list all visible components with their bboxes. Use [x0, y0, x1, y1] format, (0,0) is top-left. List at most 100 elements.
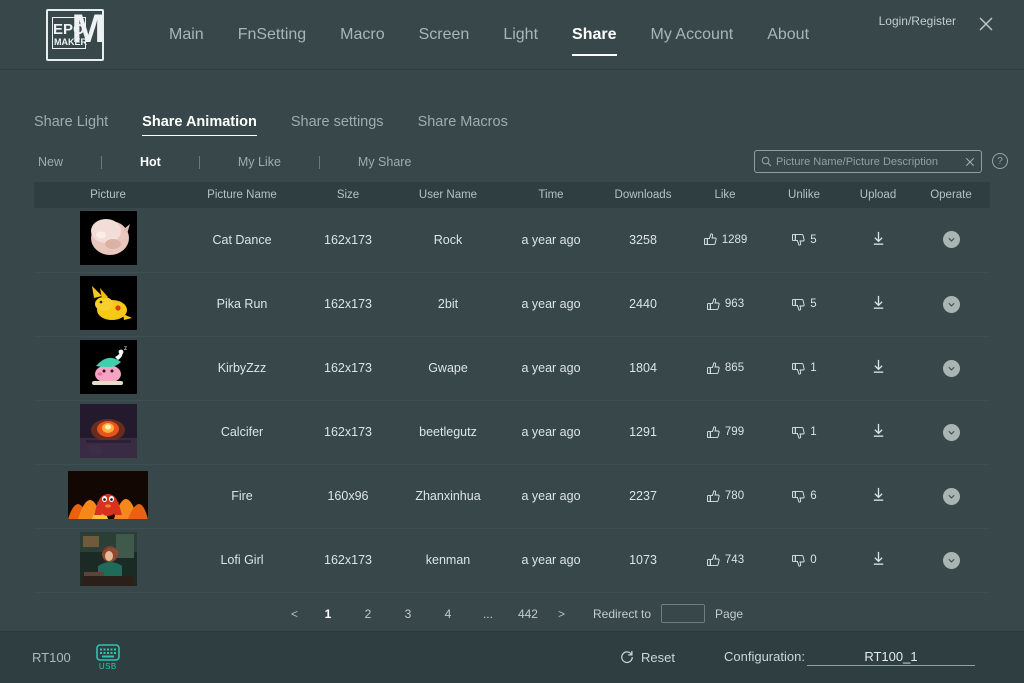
unlike-button[interactable]: 1: [765, 425, 843, 440]
cell-unlike[interactable]: 1: [764, 336, 844, 401]
download-icon[interactable]: [870, 486, 887, 503]
nav-item-fnsetting[interactable]: FnSetting: [221, 0, 323, 70]
cell-unlike[interactable]: 5: [764, 272, 844, 337]
thumbs-down-icon[interactable]: [791, 361, 806, 376]
cell-upload[interactable]: [844, 272, 912, 337]
unlike-button[interactable]: 6: [765, 489, 843, 504]
cell-like[interactable]: 743: [686, 528, 764, 593]
thumbs-up-icon[interactable]: [706, 425, 721, 440]
like-button[interactable]: 780: [687, 489, 763, 504]
nav-item-share[interactable]: Share: [555, 0, 633, 70]
thumbs-up-icon[interactable]: [706, 361, 721, 376]
cell-operate[interactable]: [912, 464, 990, 529]
like-button[interactable]: 865: [687, 361, 763, 376]
cell-operate[interactable]: [912, 336, 990, 401]
nav-item-about[interactable]: About: [750, 0, 826, 70]
pagination-page-2[interactable]: 2: [357, 604, 379, 624]
download-button[interactable]: [870, 294, 887, 311]
tab-share-animation[interactable]: Share Animation: [142, 114, 257, 136]
fire-thumbnail[interactable]: [68, 470, 148, 519]
cell-upload[interactable]: [844, 464, 912, 529]
nav-item-macro[interactable]: Macro: [323, 0, 401, 70]
download-button[interactable]: [870, 550, 887, 567]
download-icon[interactable]: [870, 294, 887, 311]
login-register-link[interactable]: Login/Register: [879, 14, 956, 28]
chevron-down-circle-icon[interactable]: [942, 551, 960, 569]
cell-like[interactable]: 865: [686, 336, 764, 401]
unlike-button[interactable]: 0: [765, 553, 843, 568]
tab-share-light[interactable]: Share Light: [34, 114, 108, 136]
table-row[interactable]: Cat Dance 162x173 Rock a year ago 3258 1…: [34, 208, 990, 273]
filter-my-like[interactable]: My Like: [234, 155, 285, 169]
thumbs-up-icon[interactable]: [706, 553, 721, 568]
pagination-prev[interactable]: <: [291, 607, 298, 621]
cell-operate[interactable]: [912, 528, 990, 593]
cell-picture[interactable]: [34, 208, 182, 273]
download-icon[interactable]: [870, 358, 887, 375]
help-icon[interactable]: ?: [992, 153, 1008, 169]
chevron-down-circle-icon[interactable]: [942, 423, 960, 441]
lofi-girl-thumbnail[interactable]: [79, 531, 137, 586]
cell-unlike[interactable]: 6: [764, 464, 844, 529]
kirbyzzz-thumbnail[interactable]: z: [79, 339, 137, 394]
calcifer-thumbnail[interactable]: [79, 403, 137, 458]
pagination-page-3[interactable]: 3: [397, 604, 419, 624]
pagination-page-4[interactable]: 4: [437, 604, 459, 624]
nav-item-main[interactable]: Main: [152, 0, 221, 70]
cell-unlike[interactable]: 1: [764, 400, 844, 465]
cell-picture[interactable]: [34, 464, 182, 529]
tab-share-settings[interactable]: Share settings: [291, 114, 384, 136]
chevron-down-circle-icon[interactable]: [942, 359, 960, 377]
cell-picture[interactable]: [34, 272, 182, 337]
configuration-input[interactable]: [806, 648, 975, 666]
cell-unlike[interactable]: 0: [764, 528, 844, 593]
cell-operate[interactable]: [912, 272, 990, 337]
cell-picture[interactable]: [34, 400, 182, 465]
thumbs-down-icon[interactable]: [791, 489, 806, 504]
table-row[interactable]: Calcifer 162x173 beetlegutz a year ago 1…: [34, 400, 990, 465]
cell-picture[interactable]: z: [34, 336, 182, 401]
cell-like[interactable]: 780: [686, 464, 764, 529]
filter-new[interactable]: New: [34, 155, 67, 169]
nav-item-light[interactable]: Light: [486, 0, 555, 70]
reset-button[interactable]: Reset: [620, 650, 675, 665]
cell-like[interactable]: 799: [686, 400, 764, 465]
download-icon[interactable]: [870, 230, 887, 247]
filter-hot[interactable]: Hot: [136, 155, 165, 169]
cell-upload[interactable]: [844, 336, 912, 401]
unlike-button[interactable]: 5: [765, 297, 843, 312]
like-button[interactable]: 799: [687, 425, 763, 440]
filter-my-share[interactable]: My Share: [354, 155, 416, 169]
nav-item-screen[interactable]: Screen: [402, 0, 487, 70]
download-button[interactable]: [870, 358, 887, 375]
unlike-button[interactable]: 5: [765, 232, 843, 247]
download-button[interactable]: [870, 230, 887, 247]
cell-upload[interactable]: [844, 400, 912, 465]
cell-operate[interactable]: [912, 208, 990, 273]
download-icon[interactable]: [870, 422, 887, 439]
table-row[interactable]: Fire 160x96 Zhanxinhua a year ago 2237 7…: [34, 464, 990, 529]
like-button[interactable]: 743: [687, 553, 763, 568]
cell-upload[interactable]: [844, 208, 912, 273]
thumbs-up-icon[interactable]: [706, 489, 721, 504]
cell-like[interactable]: 963: [686, 272, 764, 337]
like-button[interactable]: 963: [687, 297, 763, 312]
thumbs-down-icon[interactable]: [791, 425, 806, 440]
chevron-down-circle-icon[interactable]: [942, 487, 960, 505]
thumbs-up-icon[interactable]: [706, 297, 721, 312]
download-button[interactable]: [870, 422, 887, 439]
thumbs-up-icon[interactable]: [703, 232, 718, 247]
pagination-page-input[interactable]: [661, 604, 706, 623]
table-row[interactable]: Lofi Girl 162x173 kenman a year ago 1073…: [34, 528, 990, 593]
search-box[interactable]: [754, 150, 982, 173]
unlike-button[interactable]: 1: [765, 361, 843, 376]
download-icon[interactable]: [870, 550, 887, 567]
thumbs-down-icon[interactable]: [791, 297, 806, 312]
close-window-button[interactable]: [972, 10, 1000, 38]
tab-share-macros[interactable]: Share Macros: [418, 114, 508, 136]
cell-picture[interactable]: [34, 528, 182, 593]
pika-run-thumbnail[interactable]: [79, 275, 137, 330]
cell-operate[interactable]: [912, 400, 990, 465]
table-row[interactable]: Pika Run 162x173 2bit a year ago 2440 96…: [34, 272, 990, 337]
cell-like[interactable]: 1289: [686, 208, 764, 273]
